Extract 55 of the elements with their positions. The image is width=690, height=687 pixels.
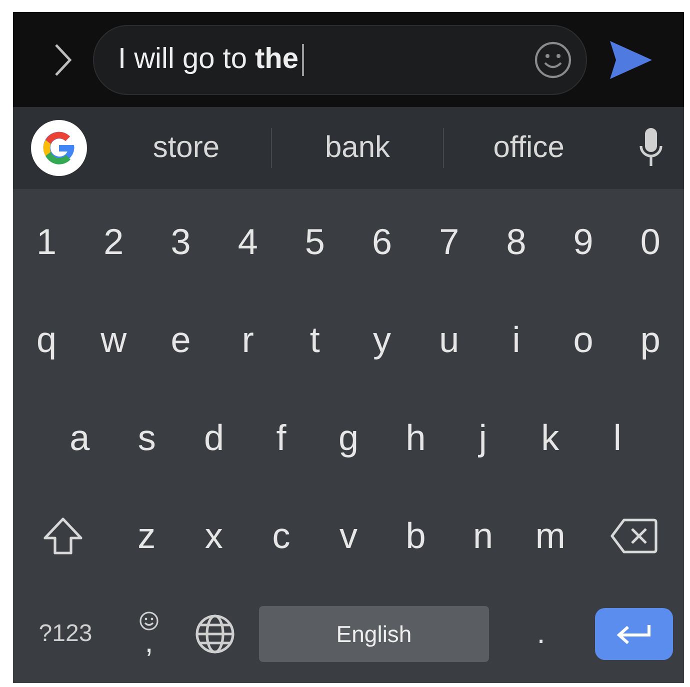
key[interactable]: 2 [80,212,148,272]
emoji-icon[interactable] [139,611,159,631]
key[interactable]: s [113,408,180,468]
key[interactable]: g [314,408,382,468]
key[interactable]: 1 [13,212,80,272]
text-cursor [302,44,304,76]
enter-key[interactable] [595,608,673,660]
suggestion-chip[interactable]: store [101,123,272,174]
key[interactable]: 6 [348,212,416,272]
key[interactable]: y [348,310,416,370]
backspace-icon[interactable] [610,518,658,554]
key[interactable]: f [248,408,315,468]
key[interactable]: 7 [416,212,483,272]
send-icon[interactable] [609,40,653,80]
key[interactable]: n [449,506,517,566]
message-text: I will go to the [118,43,298,76]
period-key[interactable]: . [498,614,584,654]
key[interactable]: 9 [550,212,617,272]
symbols-key[interactable]: ?123 [13,609,118,659]
key[interactable]: 8 [482,212,550,272]
key[interactable]: p [616,310,684,370]
key[interactable]: a [46,408,114,468]
key[interactable]: z [113,506,180,566]
key[interactable]: 0 [616,212,684,272]
key[interactable]: x [180,506,248,566]
key[interactable]: 3 [147,212,214,272]
key[interactable]: 5 [281,212,348,272]
key[interactable]: w [80,310,148,370]
key[interactable]: k [516,408,584,468]
key[interactable]: c [248,506,315,566]
key[interactable]: q [13,310,80,370]
key[interactable]: r [214,310,282,370]
comma-key[interactable]: , [144,633,154,657]
key[interactable]: j [449,408,517,468]
shift-icon[interactable] [42,516,84,556]
key[interactable]: d [180,408,248,468]
suggestion-chip[interactable]: bank [272,123,443,174]
key[interactable]: h [382,408,450,468]
chevron-right-icon[interactable] [53,42,73,77]
key[interactable]: e [147,310,214,370]
emoji-icon[interactable] [534,40,572,79]
key[interactable]: l [584,408,651,468]
space-bar[interactable]: English [259,606,489,662]
key[interactable]: i [482,310,550,370]
enter-arrow-icon[interactable] [616,623,652,645]
key[interactable]: 4 [214,212,282,272]
key[interactable]: b [382,506,450,566]
key[interactable]: o [550,310,617,370]
key[interactable]: m [516,506,584,566]
key[interactable]: t [281,310,348,370]
key[interactable]: v [314,506,382,566]
message-field[interactable]: I will go to the [93,24,587,95]
key[interactable]: u [416,310,483,370]
globe-icon[interactable] [195,614,235,654]
suggestion-chip[interactable]: office [444,123,614,174]
